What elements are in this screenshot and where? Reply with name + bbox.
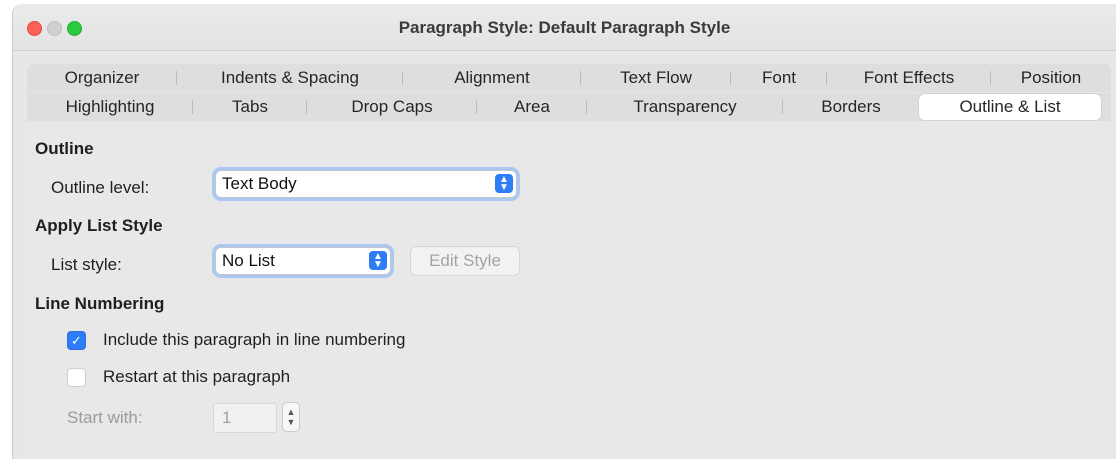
- tab-tabs[interactable]: Tabs: [193, 93, 307, 121]
- list-style-heading: Apply List Style: [35, 216, 163, 235]
- chevron-updown-icon: ▲ ▼: [495, 174, 513, 193]
- tab-outline-list[interactable]: Outline & List: [919, 94, 1101, 120]
- start-with-label: Start with:: [67, 408, 143, 427]
- list-style-label: List style:: [51, 255, 122, 274]
- dialog-window: Paragraph Style: Default Paragraph Style…: [12, 4, 1116, 459]
- edit-style-button[interactable]: Edit Style: [410, 246, 520, 276]
- tab-drop-caps[interactable]: Drop Caps: [307, 93, 477, 121]
- start-with-value: 1: [222, 408, 232, 427]
- restart-paragraph-label: Restart at this paragraph: [103, 367, 291, 386]
- tab-font[interactable]: Font: [731, 64, 827, 92]
- outline-level-label: Outline level:: [51, 178, 150, 197]
- outline-level-value: Text Body: [222, 174, 297, 193]
- tab-alignment[interactable]: Alignment: [403, 64, 581, 92]
- tab-indents-spacing[interactable]: Indents & Spacing: [177, 64, 403, 92]
- tab-content-panel: Outline Outline level: Text Body ▲ ▼ Appl…: [27, 122, 1111, 459]
- chevron-up-icon: ▲: [286, 407, 296, 417]
- restart-paragraph-checkbox[interactable]: [67, 368, 86, 387]
- outline-level-select[interactable]: Text Body ▲ ▼: [215, 170, 517, 198]
- tab-row-bottom: Highlighting Tabs Drop Caps Area Transpa…: [27, 93, 1111, 121]
- include-line-numbering-label: Include this paragraph in line numbering: [103, 330, 406, 349]
- tab-highlighting[interactable]: Highlighting: [27, 93, 193, 121]
- checkmark-icon: ✓: [71, 332, 82, 348]
- tab-area[interactable]: Area: [477, 93, 587, 121]
- title-bar: Paragraph Style: Default Paragraph Style: [13, 4, 1116, 51]
- tab-row-top: Organizer Indents & Spacing Alignment Te…: [27, 64, 1111, 92]
- tab-text-flow[interactable]: Text Flow: [581, 64, 731, 92]
- chevron-updown-icon: ▲ ▼: [369, 251, 387, 270]
- list-style-value: No List: [222, 251, 275, 270]
- tab-organizer[interactable]: Organizer: [27, 64, 177, 92]
- line-numbering-heading: Line Numbering: [35, 294, 165, 313]
- include-line-numbering-checkbox[interactable]: ✓: [67, 331, 86, 350]
- start-with-field[interactable]: 1: [213, 403, 277, 433]
- tab-font-effects[interactable]: Font Effects: [827, 64, 991, 92]
- tab-borders[interactable]: Borders: [783, 93, 919, 121]
- tab-position[interactable]: Position: [991, 64, 1111, 92]
- window-title: Paragraph Style: Default Paragraph Style: [398, 18, 731, 37]
- start-with-spinner[interactable]: ▲ ▼: [282, 402, 300, 432]
- outline-heading: Outline: [35, 139, 94, 158]
- tab-transparency[interactable]: Transparency: [587, 93, 783, 121]
- chevron-down-icon: ▼: [286, 417, 296, 427]
- list-style-select[interactable]: No List ▲ ▼: [215, 247, 391, 275]
